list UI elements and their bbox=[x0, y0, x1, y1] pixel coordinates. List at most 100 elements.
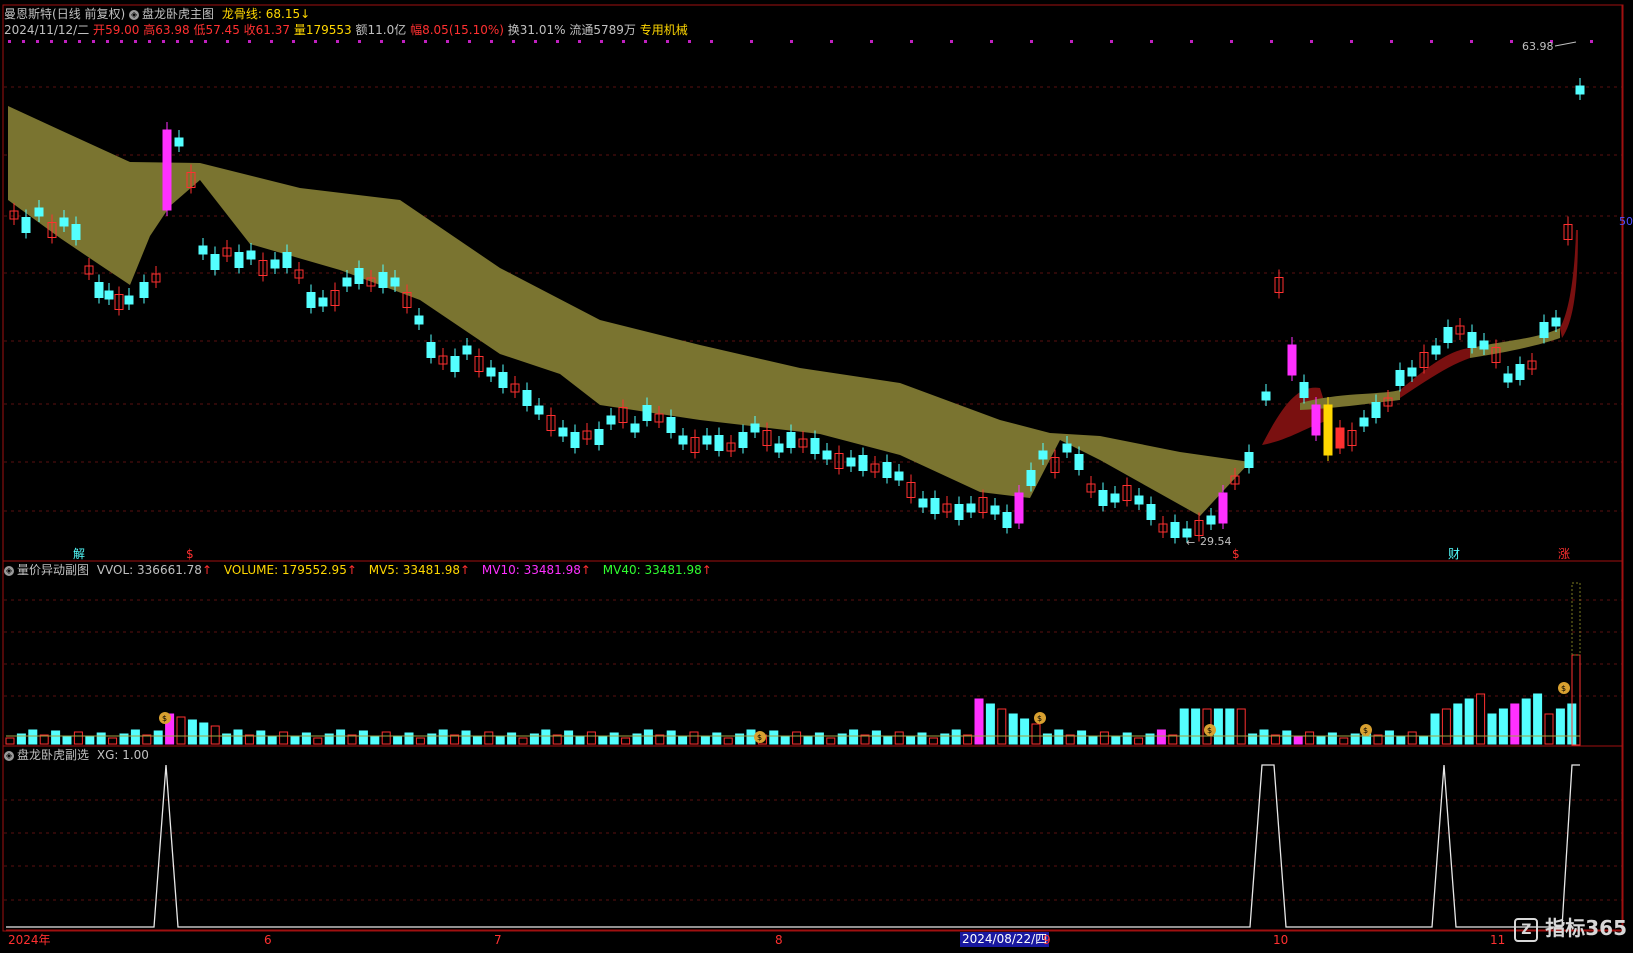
marker-dollar-2[interactable]: $ bbox=[1232, 547, 1240, 561]
stock-name[interactable]: 曼恩斯特 bbox=[4, 7, 52, 21]
candle-body bbox=[378, 272, 388, 288]
marker-jie[interactable]: 解 bbox=[73, 547, 85, 561]
candle-body bbox=[21, 217, 31, 233]
candle-body bbox=[234, 252, 244, 268]
candle-body bbox=[1299, 382, 1309, 398]
candle-body bbox=[558, 427, 568, 437]
volume-bar bbox=[199, 722, 209, 745]
candle-body bbox=[606, 415, 616, 425]
dot-marker bbox=[50, 40, 53, 43]
dot-marker bbox=[644, 40, 647, 43]
money-bag-icon: $ bbox=[754, 731, 766, 743]
signal-panel-title[interactable]: 盘龙卧虎副选 bbox=[17, 748, 89, 762]
volume-bar bbox=[564, 730, 574, 745]
volume-bar bbox=[917, 732, 927, 745]
candle-body bbox=[104, 290, 114, 300]
candle-body bbox=[498, 372, 508, 388]
timeline-selected-date[interactable]: 2024/08/22/四 bbox=[960, 932, 1050, 947]
volume-bar bbox=[541, 729, 551, 745]
candle-body bbox=[198, 245, 208, 255]
dot-marker bbox=[292, 40, 295, 43]
volume-bar bbox=[495, 736, 505, 745]
money-bag-icon: $ bbox=[1360, 724, 1372, 736]
candle-body bbox=[822, 450, 832, 460]
volume-bar bbox=[1111, 736, 1121, 745]
dot-marker bbox=[106, 40, 109, 43]
volume-bar bbox=[393, 736, 403, 745]
marker-zhang[interactable]: 涨 bbox=[1558, 547, 1570, 561]
dot-marker bbox=[1070, 40, 1073, 43]
candle-body bbox=[570, 432, 580, 448]
candle-body bbox=[522, 390, 532, 406]
candle-body bbox=[1479, 340, 1489, 350]
candle-body bbox=[774, 443, 784, 453]
open-value: 59.00 bbox=[105, 23, 140, 37]
volume-bar bbox=[1020, 718, 1030, 745]
period-label[interactable]: (日线 前复权) bbox=[52, 7, 125, 21]
volume-bar bbox=[666, 730, 676, 745]
volume-bar bbox=[1453, 703, 1463, 745]
dot-marker bbox=[950, 40, 953, 43]
volume-bar bbox=[746, 729, 756, 745]
dot-marker bbox=[1110, 40, 1113, 43]
volume-bar bbox=[849, 729, 859, 745]
candle-body bbox=[1002, 512, 1012, 528]
money-bag-symbol: $ bbox=[1363, 726, 1368, 735]
volume-bar bbox=[598, 736, 608, 745]
candle-body bbox=[1515, 364, 1525, 380]
candle-body bbox=[71, 224, 81, 240]
dot-marker bbox=[226, 40, 229, 43]
candle-body bbox=[1026, 470, 1036, 486]
volume-bar bbox=[1099, 731, 1109, 745]
open-label: 开 bbox=[93, 23, 106, 37]
dot-marker bbox=[162, 40, 165, 43]
candle-body bbox=[59, 217, 69, 227]
volume-bar bbox=[1407, 731, 1417, 745]
volume-bar bbox=[678, 735, 688, 745]
industry-label[interactable]: 专用机械 bbox=[640, 23, 688, 37]
volume-bar bbox=[1327, 732, 1337, 745]
dot-marker bbox=[790, 40, 793, 43]
mv5-arrow: ↑ bbox=[460, 563, 471, 577]
marker-dollar-1[interactable]: $ bbox=[186, 547, 194, 561]
high-value: 63.98 bbox=[155, 23, 190, 37]
candle-body bbox=[162, 129, 172, 211]
volume-bar bbox=[358, 730, 368, 745]
dot-marker bbox=[92, 40, 95, 43]
volume-bar bbox=[301, 732, 311, 745]
chart-canvas[interactable]: $ $ $ $ $ $ bbox=[0, 0, 1633, 953]
volume-bar bbox=[336, 729, 346, 745]
volume-bar bbox=[803, 736, 813, 745]
candle-body bbox=[342, 277, 352, 287]
marker-cai[interactable]: 财 bbox=[1448, 547, 1460, 561]
volume-bar bbox=[1179, 708, 1189, 745]
volume-panel-title[interactable]: 量价异动副图 bbox=[17, 563, 89, 577]
signal-panel-header: ◈ 盘龙卧虎副选 XG: 1.00 bbox=[4, 747, 149, 763]
candle-body bbox=[666, 417, 676, 433]
close-value: 61.37 bbox=[255, 23, 291, 37]
dot-marker bbox=[1150, 40, 1153, 43]
settings-icon[interactable]: ◈ bbox=[129, 9, 140, 20]
volume-bar bbox=[1544, 713, 1554, 745]
dot-marker bbox=[176, 40, 179, 43]
dot-marker bbox=[424, 40, 427, 43]
low-value: 57.45 bbox=[205, 23, 240, 37]
candle-body bbox=[1311, 404, 1321, 436]
main-header: 曼恩斯特(日线 前复权) ◈ 盘龙卧虎主图 龙骨线: 68.15↓ bbox=[4, 6, 310, 22]
high-arrow-line bbox=[1554, 41, 1577, 47]
dot-marker bbox=[750, 40, 753, 43]
volume-bar bbox=[1521, 698, 1531, 745]
low-label: 低 bbox=[193, 23, 206, 37]
candle-body bbox=[1098, 490, 1108, 506]
money-bag-icon: $ bbox=[1558, 682, 1570, 694]
volume-bar bbox=[997, 708, 1007, 745]
high-price-annotation: 63.98 bbox=[1522, 40, 1554, 53]
candle-body bbox=[750, 423, 760, 433]
volume-bar bbox=[28, 729, 38, 745]
volume-settings-icon[interactable]: ◈ bbox=[4, 565, 14, 576]
signal-settings-icon[interactable]: ◈ bbox=[4, 750, 14, 761]
main-indicator-name[interactable]: 盘龙卧虎主图 bbox=[142, 7, 214, 21]
dot-marker bbox=[666, 40, 669, 43]
candle-body bbox=[702, 435, 712, 445]
volume-bar bbox=[1031, 723, 1041, 745]
